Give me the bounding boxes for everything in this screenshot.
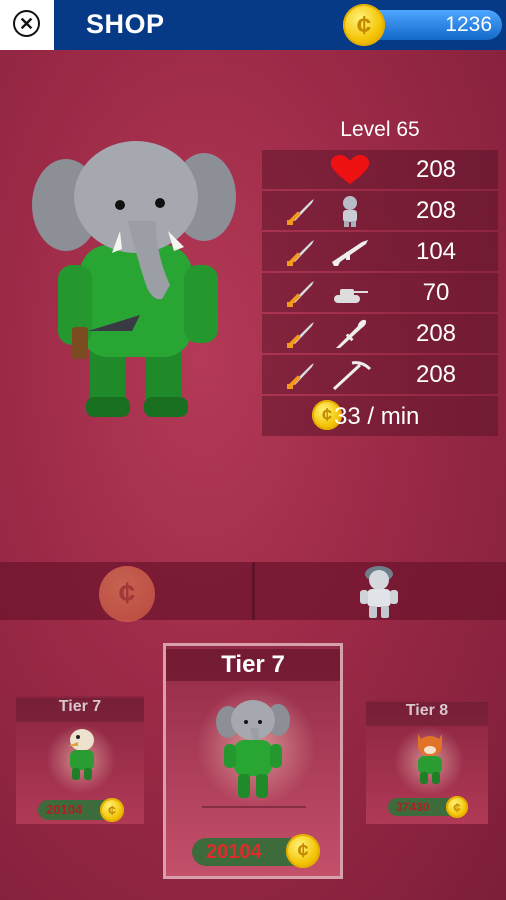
stat-value: 208	[415, 197, 457, 224]
coin-icon: ¢	[446, 796, 468, 818]
stat-row-soldier: 208	[262, 191, 498, 230]
page-title: SHOP	[86, 9, 165, 39]
stat-row-rifle: 104	[262, 232, 498, 271]
price-value: 20104	[206, 841, 262, 863]
category-tabs	[0, 562, 506, 620]
coin-icon: ¢	[343, 4, 385, 46]
tank-icon	[334, 289, 368, 303]
sword-icon	[287, 240, 314, 266]
shadow-line	[202, 806, 306, 808]
stat-row-tank: 70	[262, 273, 498, 312]
coin-icon: ¢	[100, 798, 124, 822]
income-row: ¢ 33 / min	[262, 396, 498, 436]
income-value: 33 / min	[334, 403, 420, 430]
pickaxe-icon	[332, 361, 372, 391]
soldier-icon	[343, 196, 357, 227]
tier-label: Tier 7	[16, 698, 144, 722]
sword-icon	[287, 363, 314, 389]
tier-card-selected[interactable]: Tier 7 20104 ¢	[163, 643, 343, 879]
tier-card-right[interactable]: Tier 8 37430 ¢	[366, 700, 488, 824]
coin-tab[interactable]: ¢	[99, 566, 155, 622]
tier-label: Tier 7	[166, 649, 340, 681]
eagle-character	[68, 729, 94, 780]
stat-row-pickaxe: 208	[262, 355, 498, 394]
stat-value: 208	[415, 320, 457, 347]
elephant-character	[32, 141, 236, 417]
coin-icon: ¢	[286, 834, 320, 868]
level-label: Level 65	[340, 118, 420, 141]
stat-row-health: 208	[262, 150, 498, 189]
sword-icon	[287, 322, 314, 348]
heart-icon	[331, 155, 369, 184]
stat-value: 208	[415, 361, 457, 388]
price-value: 37430	[396, 800, 430, 814]
sword-icon	[287, 199, 314, 225]
price-value: 20104	[46, 802, 83, 817]
stat-value: 208	[415, 156, 457, 183]
close-icon: ✕	[13, 10, 40, 37]
soldier-tab[interactable]	[354, 562, 404, 620]
tab-divider	[252, 562, 255, 620]
fox-character	[418, 734, 442, 784]
coin-balance-value: 1236	[445, 13, 492, 36]
elephant-character	[216, 700, 290, 798]
stat-value: 70	[422, 279, 450, 306]
top-bar: ✕ SHOP 1236 ¢	[0, 0, 506, 50]
rocket-launcher-icon	[336, 319, 367, 348]
tier-label: Tier 8	[366, 702, 488, 726]
close-button[interactable]: ✕	[0, 0, 54, 50]
tier-card-left[interactable]: Tier 7 20104 ¢	[16, 696, 144, 824]
stat-row-rocket: 208	[262, 314, 498, 353]
stats-panel: 208 208 104 70 208 208 ¢ 33 / min	[262, 150, 498, 436]
rifle-icon	[332, 240, 368, 266]
stat-value: 104	[415, 238, 457, 265]
sword-icon	[287, 281, 314, 307]
